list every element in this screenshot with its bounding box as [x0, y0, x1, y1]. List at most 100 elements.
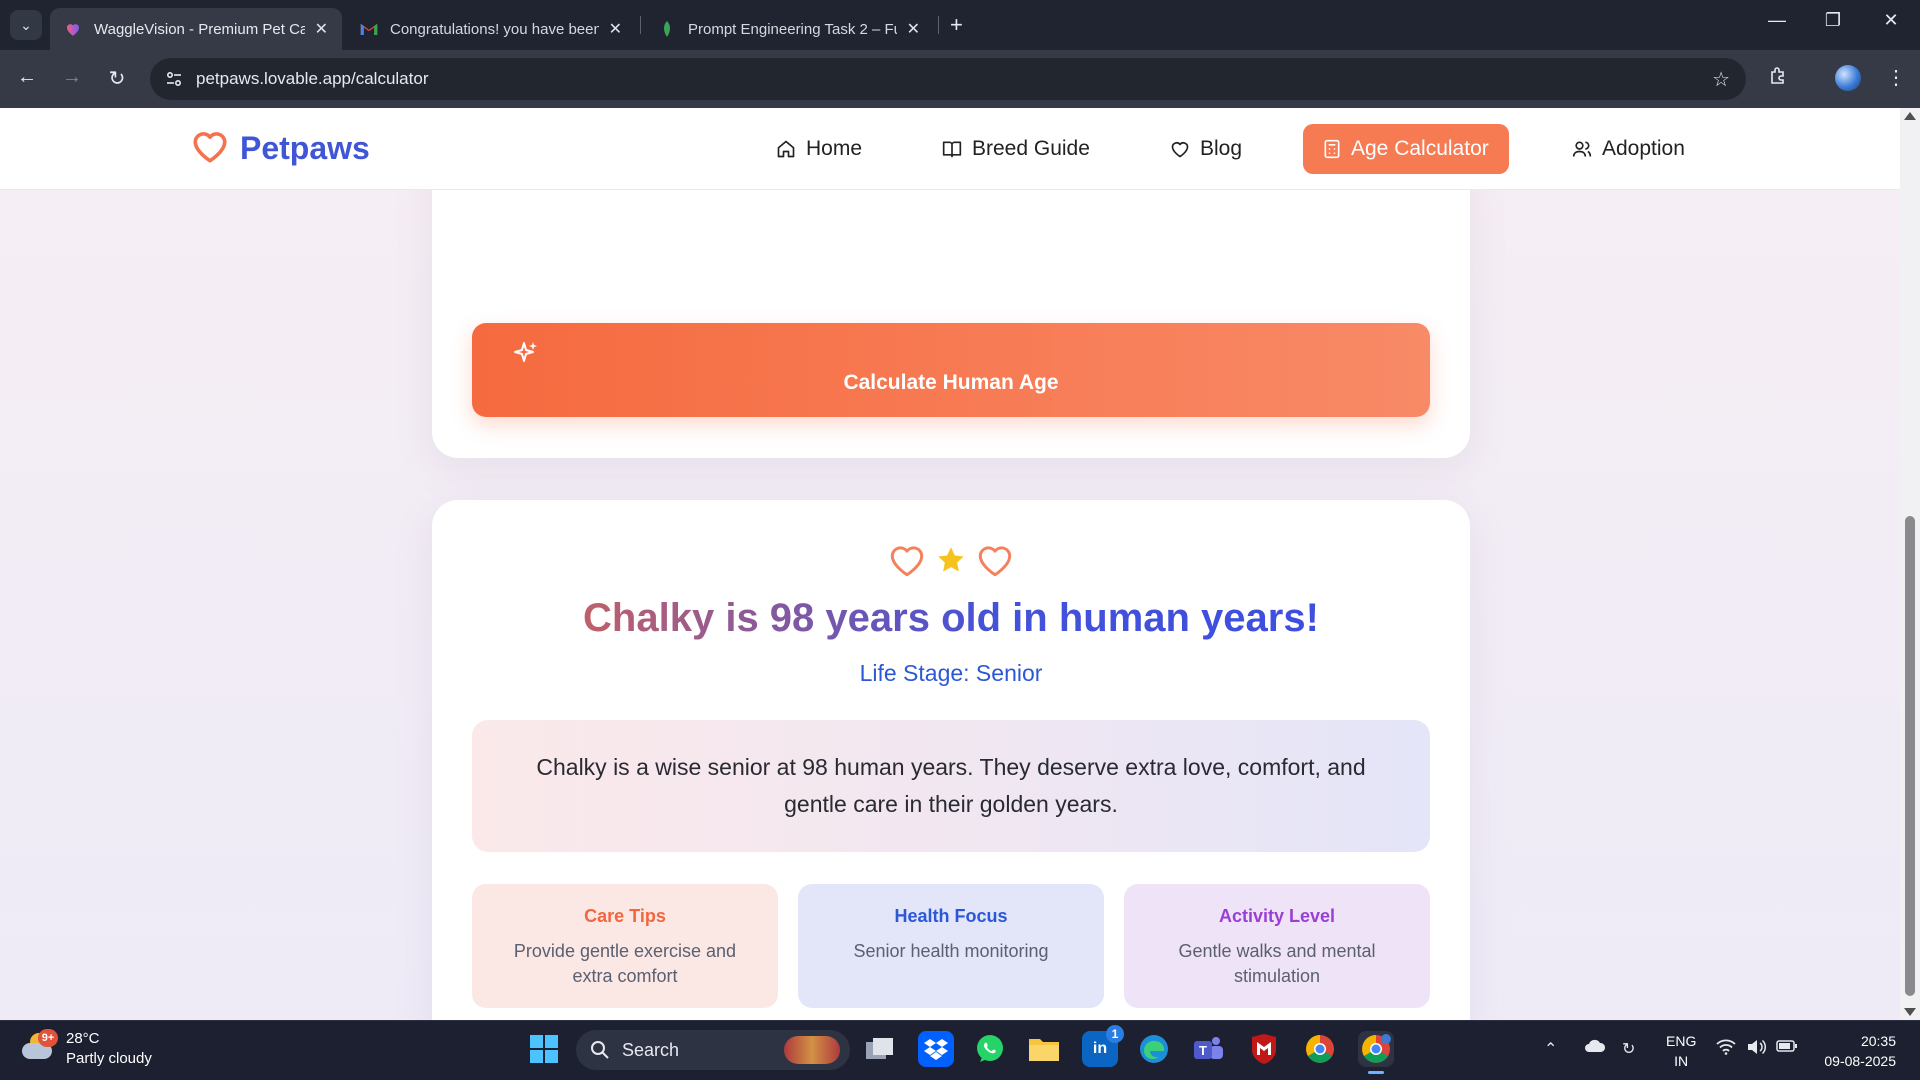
nav-adoption[interactable]: Adoption: [1572, 124, 1685, 174]
nav-adoption-label: Adoption: [1602, 137, 1685, 160]
tab-separator: [640, 16, 641, 34]
extensions-icon[interactable]: [1768, 65, 1788, 91]
svg-text:T: T: [1199, 1043, 1207, 1058]
taskbar-search[interactable]: Search: [576, 1030, 850, 1070]
search-highlight-decoration: [784, 1036, 840, 1064]
temperature: 28°C: [66, 1030, 100, 1047]
calculate-button-label: Calculate Human Age: [843, 371, 1059, 394]
wifi-icon[interactable]: [1716, 1039, 1736, 1060]
address-bar[interactable]: petpaws.lovable.app/calculator ☆: [150, 58, 1746, 100]
nav-blog-label: Blog: [1200, 137, 1243, 160]
scroll-thumb[interactable]: [1905, 516, 1915, 996]
result-icons: [432, 542, 1470, 583]
page-scrollbar[interactable]: [1900, 108, 1920, 1020]
whatsapp-app[interactable]: [972, 1031, 1008, 1067]
language-code: ENG: [1666, 1033, 1697, 1049]
chrome-icon: [1306, 1035, 1334, 1063]
scroll-up-arrow-icon[interactable]: [1904, 112, 1916, 120]
scroll-down-arrow-icon[interactable]: [1904, 1008, 1916, 1016]
battery-icon[interactable]: [1776, 1039, 1798, 1058]
tab-title: WaggleVision - Premium Pet Ca: [94, 20, 305, 38]
minimize-button[interactable]: —: [1762, 10, 1792, 31]
teams-icon: T: [1194, 1037, 1223, 1059]
close-icon: ✕: [1883, 10, 1899, 30]
reload-button[interactable]: ↻: [104, 66, 130, 91]
restore-button[interactable]: ❐: [1818, 10, 1848, 31]
onedrive-icon[interactable]: [1584, 1039, 1606, 1058]
show-hidden-icons-chevron[interactable]: ⌃: [1544, 1039, 1557, 1059]
health-focus-card: Health Focus Senior health monitoring: [798, 884, 1104, 1008]
site-logo[interactable]: Petpaws: [190, 128, 370, 169]
region-code: IN: [1674, 1053, 1689, 1069]
forward-button[interactable]: →: [59, 66, 85, 89]
nav-breed-guide-label: Breed Guide: [972, 137, 1090, 160]
task-view-icon: [866, 1038, 893, 1059]
result-title-text: Chalky is 98 years old in human years!: [583, 596, 1319, 640]
tab-wagglevision[interactable]: WaggleVision - Premium Pet Ca ✕: [50, 8, 342, 50]
url-text: petpaws.lovable.app/calculator: [196, 69, 429, 88]
windows-start-button[interactable]: [526, 1031, 562, 1067]
arrow-right-icon: →: [62, 66, 82, 88]
weather-widget[interactable]: 9+ 28°C Partly cloudy: [20, 1029, 152, 1069]
minimize-icon: —: [1768, 10, 1786, 30]
tab-title: Prompt Engineering Task 2 – Fu: [688, 20, 897, 38]
chrome-profile-icon: [1362, 1034, 1391, 1063]
result-title: Chalky is 98 years old in human years!: [432, 596, 1470, 641]
bookmark-star-icon[interactable]: ☆: [1712, 67, 1730, 92]
tab-search-button[interactable]: ⌄: [10, 10, 42, 40]
heart-gradient-icon: [64, 20, 82, 38]
nav-age-calculator[interactable]: Age Calculator: [1303, 124, 1509, 174]
chrome-app[interactable]: [1302, 1031, 1338, 1067]
language-indicator[interactable]: ENG IN: [1666, 1031, 1696, 1071]
site-info-icon[interactable]: [164, 69, 184, 89]
mcafee-shield-icon: [1252, 1034, 1276, 1064]
system-clock[interactable]: 20:35 09-08-2025: [1816, 1031, 1896, 1071]
tab-gmail[interactable]: Congratulations! you have been ✕: [346, 8, 636, 50]
folder-icon: [1029, 1039, 1059, 1061]
star-icon: [935, 544, 967, 581]
health-focus-heading: Health Focus: [894, 906, 1008, 926]
profile-avatar[interactable]: [1835, 65, 1861, 91]
result-description: Chalky is a wise senior at 98 human year…: [536, 754, 1366, 817]
back-button[interactable]: ←: [14, 66, 40, 89]
partly-cloudy-icon: 9+: [20, 1029, 60, 1069]
sync-icon[interactable]: ↻: [1622, 1039, 1635, 1059]
linkedin-app[interactable]: in 1: [1082, 1025, 1124, 1067]
activity-level-card: Activity Level Gentle walks and mental s…: [1124, 884, 1430, 1008]
chrome-profile-app[interactable]: [1358, 1031, 1394, 1074]
volume-icon[interactable]: [1746, 1039, 1767, 1060]
new-tab-button[interactable]: +: [950, 12, 963, 38]
weather-badge: 9+: [38, 1029, 58, 1047]
dropbox-app[interactable]: [918, 1031, 954, 1067]
care-tips-heading: Care Tips: [584, 906, 666, 926]
mcafee-app[interactable]: [1246, 1031, 1282, 1067]
plus-icon: +: [950, 12, 963, 37]
search-placeholder: Search: [622, 1039, 680, 1060]
browser-toolbar: ← → ↻ petpaws.lovable.app/calculator ☆ ⋮: [0, 50, 1920, 108]
calculate-human-age-button[interactable]: Calculate Human Age: [472, 323, 1430, 417]
gmail-icon: [360, 20, 378, 38]
close-tab-icon[interactable]: ✕: [609, 19, 622, 39]
page-viewport: Calculate Human Age Chalky is 98 years o…: [0, 108, 1900, 1020]
file-explorer-app[interactable]: [1026, 1031, 1062, 1067]
close-window-button[interactable]: ✕: [1876, 10, 1906, 31]
tab-title: Congratulations! you have been: [390, 20, 599, 38]
tab-prompt-engineering[interactable]: Prompt Engineering Task 2 – Fu ✕: [644, 8, 934, 50]
linkedin-icon: in: [1092, 1040, 1108, 1057]
close-tab-icon[interactable]: ✕: [907, 19, 920, 39]
search-icon: [591, 1041, 609, 1059]
task-view-button[interactable]: [862, 1031, 898, 1067]
calculator-form-card: Calculate Human Age: [432, 148, 1470, 458]
nav-blog[interactable]: Blog: [1170, 124, 1242, 174]
nav-home[interactable]: Home: [776, 124, 862, 174]
edge-app[interactable]: [1136, 1031, 1172, 1067]
sparkles-icon: [512, 339, 540, 372]
home-icon: [777, 140, 795, 158]
nav-breed-guide[interactable]: Breed Guide: [942, 124, 1090, 174]
menu-kebab-icon[interactable]: ⋮: [1886, 65, 1906, 90]
teams-app[interactable]: T: [1190, 1031, 1226, 1067]
tab-separator: [938, 16, 939, 34]
weather-condition: Partly cloudy: [66, 1050, 152, 1067]
close-tab-icon[interactable]: ✕: [315, 19, 328, 39]
activity-level-heading: Activity Level: [1218, 906, 1336, 926]
